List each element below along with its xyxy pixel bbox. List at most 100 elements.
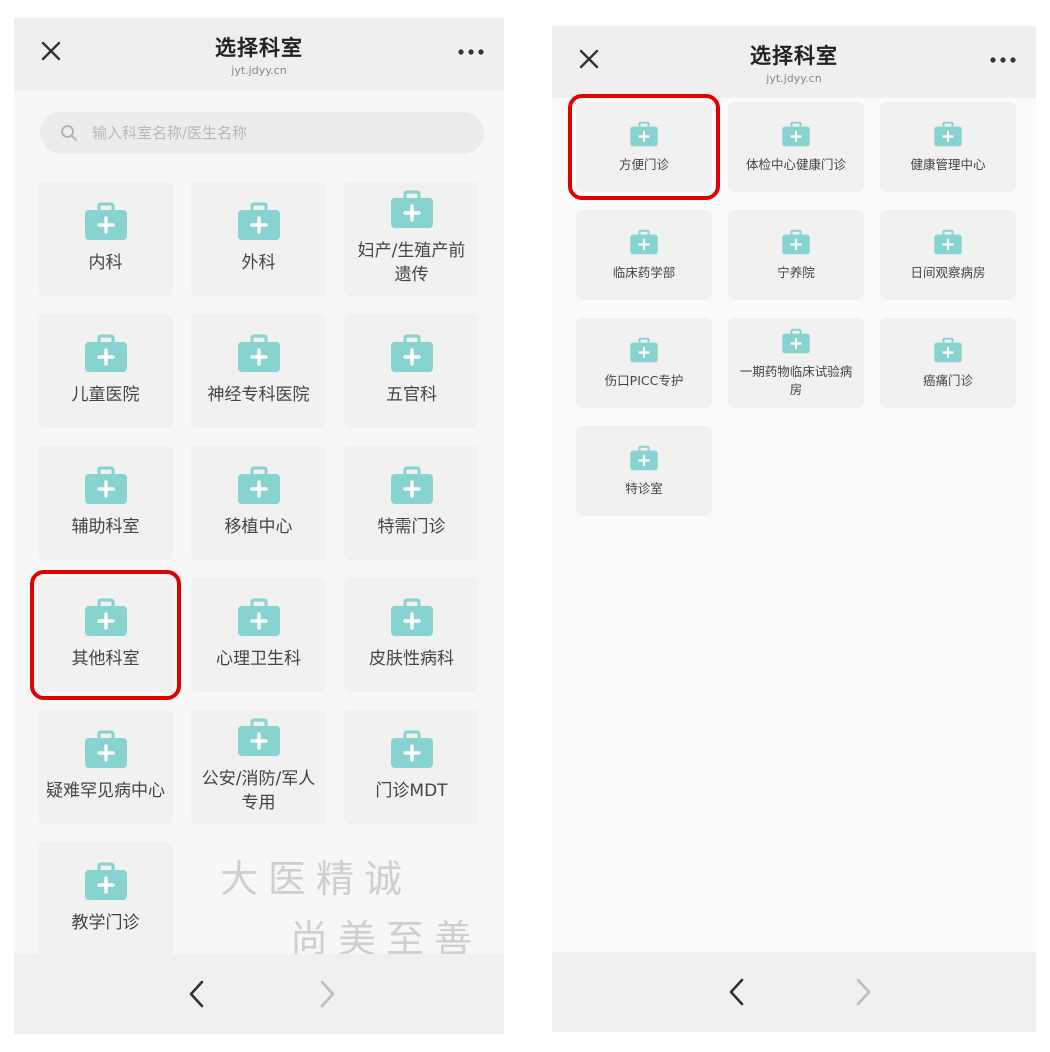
department-card[interactable]: 五官科 [344, 314, 479, 428]
department-label: 神经专科医院 [207, 385, 310, 406]
phone-screen-left: 选择科室 jyt.jdyy.cn 内科 外科 妇产/生殖产前遗传儿童医院 神经专科医院… [14, 18, 504, 1034]
department-card[interactable]: 教学门诊 [38, 842, 173, 956]
department-card[interactable]: 神经专科医院 [191, 314, 326, 428]
department-card[interactable]: 内科 [38, 182, 173, 296]
page-title: 选择科室 [750, 44, 838, 68]
phone-screen-right: 选择科室 jyt.jdyy.cn 方便门诊 体检中心健康门诊 健康管理中心临床药学部… [552, 26, 1036, 1032]
department-label: 临床药学部 [612, 264, 676, 280]
forward-button[interactable] [848, 974, 878, 1010]
medical-kit-icon [237, 202, 280, 241]
medical-kit-icon [84, 334, 127, 373]
department-card[interactable]: 伤口PICC专护 [576, 318, 712, 408]
department-card[interactable]: 宁养院 [728, 210, 864, 300]
title-bar: 选择科室 jyt.jdyy.cn [552, 26, 1036, 98]
more-button[interactable] [456, 44, 486, 60]
department-label: 儿童医院 [71, 385, 140, 406]
page-domain: jyt.jdyy.cn [231, 64, 287, 77]
department-label: 伤口PICC专护 [604, 372, 684, 388]
department-label: 健康管理中心 [910, 156, 986, 172]
department-label: 教学门诊 [71, 913, 140, 934]
department-card[interactable]: 其他科室 [30, 570, 181, 700]
department-label: 外科 [241, 253, 276, 274]
medical-kit-icon [237, 334, 280, 373]
department-card[interactable]: 移植中心 [191, 446, 326, 560]
medical-kit-icon [934, 229, 962, 254]
medical-kit-icon [84, 466, 127, 505]
department-label: 妇产/生殖产前遗传 [357, 241, 466, 285]
department-card[interactable]: 公安/消防/军人专用 [191, 710, 326, 824]
chevron-left-icon [729, 978, 744, 1006]
search-icon [60, 124, 78, 142]
page-domain: jyt.jdyy.cn [766, 72, 822, 85]
department-card[interactable]: 特诊室 [576, 426, 712, 516]
department-label: 公安/消防/军人专用 [201, 769, 316, 813]
medical-kit-icon [630, 445, 658, 470]
medical-kit-icon [84, 730, 127, 769]
bottom-nav-bar [552, 952, 1036, 1032]
medical-kit-icon [934, 121, 962, 146]
back-button[interactable] [722, 974, 752, 1010]
medical-kit-icon [782, 328, 810, 354]
department-card[interactable]: 皮肤性病科 [344, 578, 479, 692]
department-card[interactable]: 健康管理中心 [880, 102, 1016, 192]
chevron-left-icon [189, 980, 204, 1008]
department-label: 特需门诊 [377, 517, 446, 538]
medical-kit-icon [84, 598, 127, 637]
medical-kit-icon [237, 718, 280, 757]
search-bar[interactable] [40, 112, 484, 154]
medical-kit-icon [782, 229, 810, 254]
department-label: 辅助科室 [71, 517, 140, 538]
department-card[interactable]: 体检中心健康门诊 [728, 102, 864, 192]
medical-kit-icon [84, 862, 127, 901]
more-button[interactable] [988, 52, 1018, 68]
department-label: 日间观察病房 [910, 264, 986, 280]
medical-kit-icon [237, 466, 280, 505]
forward-button[interactable] [312, 976, 342, 1012]
medical-kit-icon [390, 730, 433, 769]
medical-kit-icon [630, 121, 658, 146]
department-card[interactable]: 一期药物临床试验病房 [728, 318, 864, 408]
department-card[interactable]: 特需门诊 [344, 446, 479, 560]
department-label: 移植中心 [224, 517, 293, 538]
back-button[interactable] [182, 976, 212, 1012]
department-card[interactable]: 外科 [191, 182, 326, 296]
department-card[interactable]: 儿童医院 [38, 314, 173, 428]
department-card[interactable]: 疑难罕见病中心 [38, 710, 173, 824]
department-grid: 内科 外科 妇产/生殖产前遗传儿童医院 神经专科医院 五官科辅助科室 移植中心 特需门诊其他… [30, 182, 479, 956]
medical-kit-icon [934, 337, 962, 362]
department-card[interactable]: 日间观察病房 [880, 210, 1016, 300]
medical-kit-icon [237, 598, 280, 637]
department-label: 体检中心健康门诊 [745, 156, 846, 172]
medical-kit-icon [390, 598, 433, 637]
department-label: 门诊MDT [375, 781, 448, 802]
department-label: 心理卫生科 [216, 649, 301, 670]
search-input[interactable] [90, 123, 484, 143]
more-icon [458, 49, 484, 55]
bottom-nav-bar [14, 954, 504, 1034]
department-label: 癌痛门诊 [922, 372, 973, 388]
department-label: 皮肤性病科 [369, 649, 454, 670]
medical-kit-icon [782, 121, 810, 146]
department-label: 一期药物临床试验病房 [739, 364, 853, 397]
watermark-line1: 大医精诚 [220, 857, 413, 901]
medical-kit-icon [630, 337, 658, 362]
department-label: 方便门诊 [618, 156, 669, 172]
department-card[interactable]: 癌痛门诊 [880, 318, 1016, 408]
page-title: 选择科室 [215, 36, 303, 60]
department-label: 其他科室 [71, 649, 140, 670]
department-label: 疑难罕见病中心 [46, 781, 165, 802]
department-card[interactable]: 临床药学部 [576, 210, 712, 300]
department-card[interactable]: 辅助科室 [38, 446, 173, 560]
medical-kit-icon [390, 466, 433, 505]
department-card[interactable]: 妇产/生殖产前遗传 [344, 182, 479, 296]
medical-kit-icon [84, 202, 127, 241]
department-label: 五官科 [386, 385, 437, 406]
medical-kit-icon [630, 229, 658, 254]
department-grid: 方便门诊 体检中心健康门诊 健康管理中心临床药学部 宁养院 日间观察病房伤口PICC专护… [568, 94, 1016, 516]
department-card[interactable]: 门诊MDT [344, 710, 479, 824]
medical-kit-icon [390, 190, 433, 229]
department-card[interactable]: 方便门诊 [568, 94, 720, 200]
more-icon [990, 57, 1016, 63]
chevron-right-icon [856, 978, 871, 1006]
department-card[interactable]: 心理卫生科 [191, 578, 326, 692]
